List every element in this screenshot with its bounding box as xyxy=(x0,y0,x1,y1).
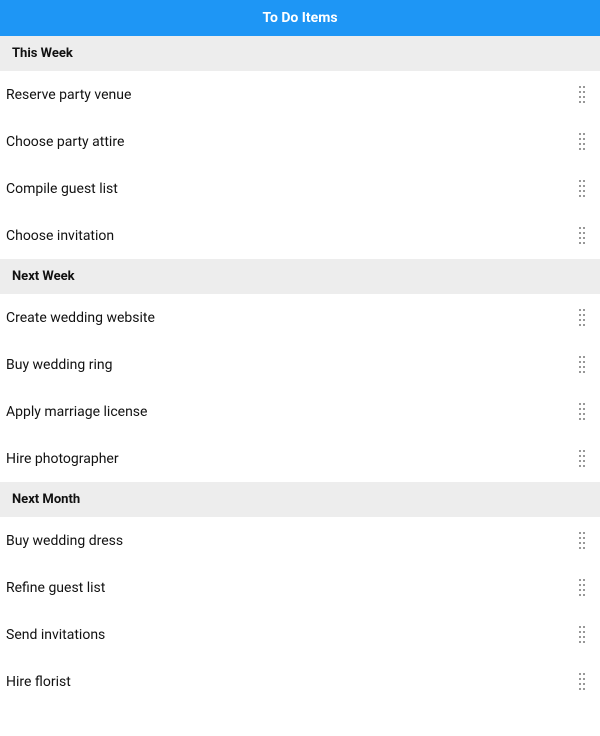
section-header: Next Week xyxy=(0,259,600,294)
drag-handle-icon[interactable] xyxy=(576,356,588,374)
todo-item-label: Compile guest list xyxy=(4,181,576,197)
drag-handle-icon[interactable] xyxy=(576,180,588,198)
todo-item-label: Send invitations xyxy=(4,627,576,643)
todo-item[interactable]: Buy wedding dress xyxy=(0,517,600,564)
drag-handle-icon[interactable] xyxy=(576,86,588,104)
drag-handle-icon[interactable] xyxy=(576,673,588,691)
todo-item-label: Buy wedding dress xyxy=(4,533,576,549)
todo-item-label: Apply marriage license xyxy=(4,404,576,420)
todo-item[interactable]: Reserve party venue xyxy=(0,71,600,118)
todo-item-label: Choose party attire xyxy=(4,134,576,150)
todo-item[interactable]: Send invitations xyxy=(0,611,600,658)
todo-item[interactable]: Buy wedding ring xyxy=(0,341,600,388)
drag-handle-icon[interactable] xyxy=(576,227,588,245)
todo-item-label: Buy wedding ring xyxy=(4,357,576,373)
page-title: To Do Items xyxy=(262,10,337,26)
drag-handle-icon[interactable] xyxy=(576,579,588,597)
section-title: This Week xyxy=(12,46,73,61)
todo-item[interactable]: Apply marriage license xyxy=(0,388,600,435)
todo-item-label: Reserve party venue xyxy=(4,87,576,103)
todo-item-label: Hire photographer xyxy=(4,451,576,467)
section-title: Next Week xyxy=(12,269,75,284)
drag-handle-icon[interactable] xyxy=(576,532,588,550)
drag-handle-icon[interactable] xyxy=(576,450,588,468)
drag-handle-icon[interactable] xyxy=(576,309,588,327)
drag-handle-icon[interactable] xyxy=(576,403,588,421)
todo-item[interactable]: Hire florist xyxy=(0,658,600,705)
todo-item[interactable]: Compile guest list xyxy=(0,165,600,212)
todo-item[interactable]: Create wedding website xyxy=(0,294,600,341)
section-title: Next Month xyxy=(12,492,80,507)
todo-item-label: Choose invitation xyxy=(4,228,576,244)
todo-item[interactable]: Choose party attire xyxy=(0,118,600,165)
todo-item-label: Hire florist xyxy=(4,674,576,690)
section-header: Next Month xyxy=(0,482,600,517)
todo-item[interactable]: Choose invitation xyxy=(0,212,600,259)
page-header: To Do Items xyxy=(0,0,600,36)
todo-item-label: Create wedding website xyxy=(4,310,576,326)
todo-item-label: Refine guest list xyxy=(4,580,576,596)
drag-handle-icon[interactable] xyxy=(576,133,588,151)
todo-item[interactable]: Hire photographer xyxy=(0,435,600,482)
drag-handle-icon[interactable] xyxy=(576,626,588,644)
section-header: This Week xyxy=(0,36,600,71)
todo-item[interactable]: Refine guest list xyxy=(0,564,600,611)
